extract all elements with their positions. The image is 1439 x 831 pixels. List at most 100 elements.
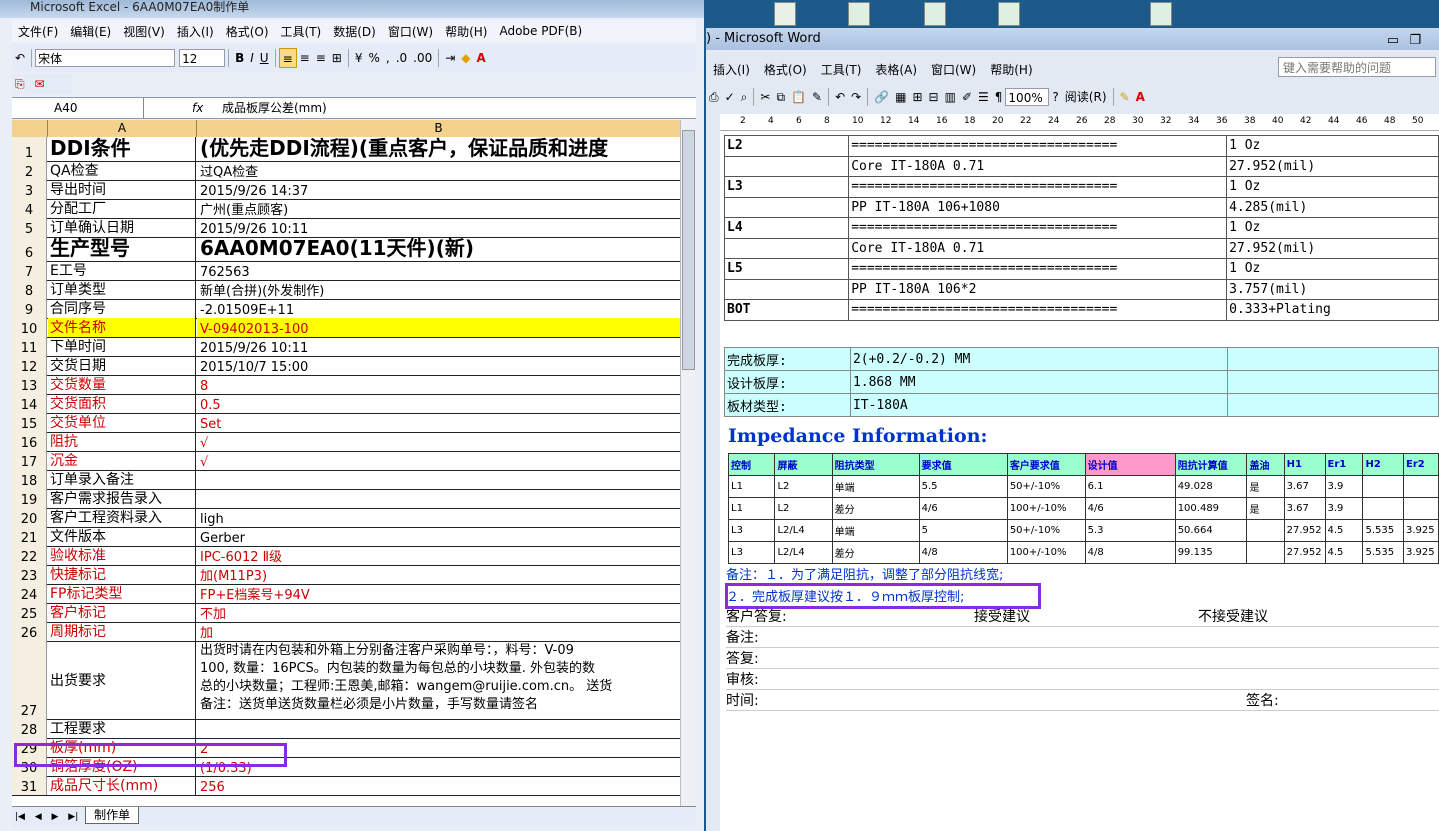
- row-header[interactable]: 5: [12, 218, 47, 237]
- pdf-icon[interactable]: ⎘: [12, 74, 28, 94]
- row-header[interactable]: 24: [12, 584, 47, 603]
- menu-insert[interactable]: 插入(I): [706, 61, 757, 78]
- cell-a[interactable]: 合同序号: [48, 299, 196, 318]
- cell-a[interactable]: 生产型号: [48, 237, 196, 261]
- tab-next-icon[interactable]: ▶: [49, 807, 62, 827]
- cut-icon[interactable]: ✂: [757, 87, 773, 107]
- indent-icon[interactable]: ⇥: [442, 48, 458, 68]
- menu-table[interactable]: 表格(A): [868, 61, 924, 78]
- cell-a[interactable]: 文件版本: [48, 527, 196, 546]
- row-header[interactable]: 25: [12, 603, 47, 622]
- pdf-email-icon[interactable]: ✉: [31, 74, 47, 94]
- cell-b[interactable]: 加: [197, 622, 680, 641]
- tab-first-icon[interactable]: |◀: [12, 807, 28, 827]
- cell-b[interactable]: 2015/9/26 10:11: [197, 337, 680, 356]
- undo-icon[interactable]: ↶: [12, 48, 28, 68]
- desktop-excel-icon[interactable]: [848, 2, 870, 26]
- cell-a[interactable]: 交货日期: [48, 356, 196, 375]
- accept-option[interactable]: 接受建议: [974, 606, 1030, 626]
- cell-b[interactable]: 762563: [197, 261, 680, 280]
- desktop-excel-icon[interactable]: [1150, 2, 1172, 26]
- formula-input[interactable]: 成品板厚公差(mm): [222, 98, 327, 118]
- row-header[interactable]: 13: [12, 375, 47, 394]
- row-header[interactable]: 28: [12, 719, 47, 738]
- menu-format[interactable]: 格式(O): [220, 23, 275, 40]
- highlight-icon[interactable]: ✎: [1117, 87, 1133, 107]
- menu-data[interactable]: 数据(D): [327, 23, 382, 40]
- cell-b[interactable]: 6AA0M07EA0(11天件)(新): [197, 237, 680, 261]
- underline-button[interactable]: U: [257, 48, 272, 68]
- cell-a[interactable]: 客户需求报告录入: [48, 489, 196, 508]
- row-header[interactable]: 1: [12, 137, 47, 161]
- cell-a[interactable]: 订单类型: [48, 280, 196, 299]
- cell-a[interactable]: 分配工厂: [48, 199, 196, 218]
- cell-b[interactable]: IPC-6012 Ⅱ级: [197, 546, 680, 565]
- decrease-decimal-icon[interactable]: .00: [410, 48, 435, 68]
- name-box[interactable]: A40: [12, 98, 144, 118]
- cell-b[interactable]: (优先走DDI流程)(重点客户，保证品质和进度: [197, 137, 680, 161]
- row-header[interactable]: 11: [12, 337, 47, 356]
- cell-a[interactable]: 工程要求: [48, 719, 196, 738]
- cell-a[interactable]: FP标记类型: [48, 584, 196, 603]
- redo-icon[interactable]: ↷: [848, 87, 864, 107]
- row-header[interactable]: 10: [12, 318, 47, 337]
- tables-borders-icon[interactable]: ▦: [892, 87, 909, 107]
- insert-excel-icon[interactable]: ⊟: [926, 87, 942, 107]
- menu-edit[interactable]: 编辑(E): [64, 23, 117, 40]
- desktop-word-icon[interactable]: [774, 2, 796, 26]
- print-icon[interactable]: ⎙: [706, 87, 722, 107]
- cell-b[interactable]: √: [197, 451, 680, 470]
- cell-b[interactable]: [197, 489, 680, 508]
- cell-a[interactable]: 客户标记: [48, 603, 196, 622]
- row-header[interactable]: 2: [12, 161, 47, 180]
- document-map-icon[interactable]: ☰: [975, 87, 992, 107]
- row-header[interactable]: 18: [12, 470, 47, 489]
- menu-tools[interactable]: 工具(T): [814, 61, 869, 78]
- row-header[interactable]: 27: [12, 641, 47, 719]
- cell-b[interactable]: ligh: [197, 508, 680, 527]
- currency-icon[interactable]: ¥: [352, 48, 366, 68]
- menu-view[interactable]: 视图(V): [117, 23, 171, 40]
- row-header[interactable]: 31: [12, 776, 47, 795]
- row-header[interactable]: 8: [12, 280, 47, 299]
- cell-a[interactable]: 沉金: [48, 451, 196, 470]
- cell-b[interactable]: 256: [197, 776, 680, 795]
- menu-window[interactable]: 窗口(W): [382, 23, 439, 40]
- comma-icon[interactable]: ,: [383, 48, 393, 68]
- cell-b[interactable]: 出货时请在内包装和外箱上分别备注客户采购单号：，料号：V-09 100, 数量：1…: [197, 641, 680, 719]
- restore-icon[interactable]: ❐: [1409, 30, 1421, 52]
- row-header[interactable]: 20: [12, 508, 47, 527]
- row-header[interactable]: 6: [12, 237, 47, 261]
- cell-a[interactable]: 周期标记: [48, 622, 196, 641]
- cell-b[interactable]: Set: [197, 413, 680, 432]
- cell-a[interactable]: 下单时间: [48, 337, 196, 356]
- spell-check-icon[interactable]: ✓: [722, 87, 738, 107]
- undo-icon[interactable]: ↶: [832, 87, 848, 107]
- align-right-icon[interactable]: ≡: [313, 48, 329, 68]
- menu-format[interactable]: 格式(O): [757, 61, 814, 78]
- row-header[interactable]: 21: [12, 527, 47, 546]
- row-header[interactable]: 3: [12, 180, 47, 199]
- cell-b[interactable]: V-09402013-100: [197, 318, 680, 337]
- read-mode-button[interactable]: 阅读(R): [1062, 87, 1110, 107]
- cell-b[interactable]: 不加: [197, 603, 680, 622]
- tab-prev-icon[interactable]: ◀: [32, 807, 45, 827]
- fill-color-icon[interactable]: ◆: [458, 48, 473, 68]
- font-color-icon[interactable]: A: [474, 48, 489, 68]
- cell-a[interactable]: 交货单位: [48, 413, 196, 432]
- select-all-corner[interactable]: [12, 120, 48, 137]
- cell-a[interactable]: E工号: [48, 261, 196, 280]
- cell-a[interactable]: 文件名称: [48, 318, 196, 337]
- cell-a[interactable]: DDI条件: [48, 137, 196, 161]
- cell-b[interactable]: [197, 470, 680, 489]
- desktop-excel-icon[interactable]: [998, 2, 1020, 26]
- cell-a[interactable]: 订单确认日期: [48, 218, 196, 237]
- zoom-select[interactable]: 100%: [1005, 88, 1050, 106]
- show-hide-icon[interactable]: ¶: [992, 87, 1006, 107]
- align-center-icon[interactable]: ≡: [297, 48, 313, 68]
- insert-table-icon[interactable]: ⊞: [909, 87, 925, 107]
- cell-a[interactable]: 成品尺寸长(mm): [48, 776, 196, 795]
- paste-icon[interactable]: 📋: [788, 87, 809, 107]
- cell-b[interactable]: Gerber: [197, 527, 680, 546]
- horizontal-ruler[interactable]: 2 4 6 8 10 12 14 16 18 20 22 24 26 28 30 32 34 36 38 40 42 44…: [720, 114, 1439, 131]
